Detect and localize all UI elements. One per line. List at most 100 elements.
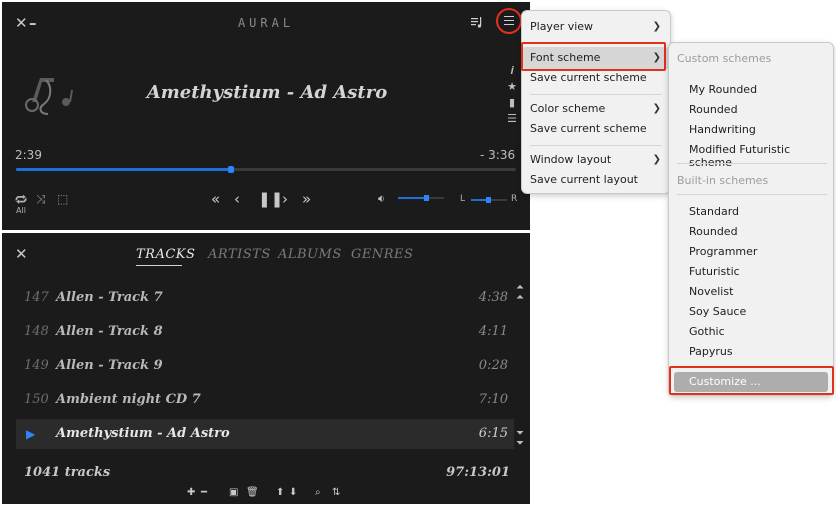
track-title: Allen - Track 7 xyxy=(56,290,163,305)
time-remaining[interactable]: - 3:36 xyxy=(480,148,515,162)
shuffle-icon[interactable]: ⤨ xyxy=(36,192,46,207)
favorite-star-icon[interactable]: ★ xyxy=(505,80,519,96)
track-row-playing[interactable]: ▶ Amethystium - Ad Astro 6:15 xyxy=(16,419,514,449)
customize-highlight-box xyxy=(669,366,834,395)
scheme-item-rounded-custom[interactable]: Rounded xyxy=(689,103,738,116)
track-row[interactable]: 149 Allen - Track 9 0:28 xyxy=(16,351,514,381)
volume-slider[interactable] xyxy=(398,195,444,201)
track-title: Amethystium - Ad Astro xyxy=(56,426,230,441)
balance-slider[interactable] xyxy=(471,197,507,203)
builtin-schemes-header: Built-in schemes xyxy=(677,174,769,187)
active-tab-underline xyxy=(136,265,182,266)
total-duration: 97:13:01 xyxy=(446,465,510,480)
track-title: Allen - Track 9 xyxy=(56,358,163,373)
track-row[interactable]: 150 Ambient night CD 7 7:10 xyxy=(16,385,514,415)
search-icon[interactable]: ⌕ xyxy=(315,487,321,498)
main-menu: Player view ❯ Font scheme ❯ Save current s… xyxy=(521,10,671,194)
menu-item-label: Save current scheme xyxy=(530,122,647,135)
time-elapsed[interactable]: 2:39 xyxy=(15,148,42,162)
previous-track-icon[interactable]: ‹ xyxy=(234,190,240,208)
chevron-right-icon: ❯ xyxy=(652,103,661,114)
scheme-item-standard[interactable]: Standard xyxy=(689,205,739,218)
sort-icon[interactable]: ⇅ xyxy=(332,487,340,498)
tab-albums[interactable]: ALBUMS xyxy=(278,247,342,262)
playlist-toggle-icon[interactable] xyxy=(470,15,484,29)
track-count: 1041 tracks xyxy=(24,465,111,480)
track-number: 148 xyxy=(24,324,49,339)
menu-separator xyxy=(530,94,662,95)
menu-item-color-scheme[interactable]: Color scheme ❯ xyxy=(523,98,669,120)
album-art-icon xyxy=(25,78,73,115)
track-duration: 6:15 xyxy=(478,426,508,441)
menu-item-player-view[interactable]: Player view ❯ xyxy=(523,16,669,38)
scroll-to-top-icon[interactable]: ⏶ ⏶ xyxy=(516,283,524,303)
custom-schemes-header: Custom schemes xyxy=(677,52,772,65)
side-icons: 𝒊 ★ ▮ ☰ xyxy=(505,64,519,128)
scheme-item-soy-sauce[interactable]: Soy Sauce xyxy=(689,305,746,318)
repeat-mode-label: All xyxy=(16,206,26,215)
scheme-item-my-rounded[interactable]: My Rounded xyxy=(689,83,757,96)
next-track-icon[interactable]: › xyxy=(282,190,288,208)
bookmark-icon[interactable]: ▮ xyxy=(505,96,519,112)
track-number: 149 xyxy=(24,358,49,373)
fast-forward-icon[interactable]: » xyxy=(302,190,311,208)
scheme-item-rounded[interactable]: Rounded xyxy=(689,225,738,238)
seek-bar-fill xyxy=(16,168,231,171)
scheme-item-gothic[interactable]: Gothic xyxy=(689,325,725,338)
playlist-window: ✕ TRACKS ARTISTS ALBUMS GENRES 147 Allen… xyxy=(2,233,530,504)
font-scheme-highlight-box xyxy=(521,42,666,71)
tab-artists[interactable]: ARTISTS xyxy=(208,247,271,262)
app-title: AURAL xyxy=(237,16,295,30)
info-icon[interactable]: 𝒊 xyxy=(505,64,519,80)
scheme-item-handwriting[interactable]: Handwriting xyxy=(689,123,756,136)
balance-slider-knob[interactable] xyxy=(486,197,491,203)
font-scheme-submenu: Custom schemes My Rounded Rounded Handwr… xyxy=(668,42,834,396)
remove-icon[interactable]: ━ xyxy=(201,487,207,498)
pause-icon[interactable]: ❚❚ xyxy=(258,190,283,208)
save-icon[interactable]: ▣ xyxy=(229,487,238,498)
add-icon[interactable]: ✚ xyxy=(187,487,195,498)
move-down-icon[interactable]: ⬇ xyxy=(289,487,297,498)
track-duration: 4:38 xyxy=(478,290,508,305)
track-row[interactable]: 147 Allen - Track 7 4:38 xyxy=(16,283,514,313)
track-duration: 7:10 xyxy=(478,392,508,407)
volume-slider-knob[interactable] xyxy=(424,195,429,201)
move-up-icon[interactable]: ⬆ xyxy=(276,487,284,498)
volume-slider-fill xyxy=(398,197,427,199)
chapters-icon[interactable]: ☰ xyxy=(505,112,519,128)
now-playing-indicator-icon: ▶ xyxy=(26,427,36,441)
menu-item-label: Player view xyxy=(530,20,594,33)
rewind-icon[interactable]: « xyxy=(211,190,220,208)
track-title: Allen - Track 8 xyxy=(56,324,163,339)
menu-item-window-layout[interactable]: Window layout ❯ xyxy=(523,149,669,171)
scheme-item-futuristic[interactable]: Futuristic xyxy=(689,265,740,278)
now-playing-title: Amethystium - Ad Astro xyxy=(146,82,388,103)
scheme-item-novelist[interactable]: Novelist xyxy=(689,285,733,298)
menu-item-save-color-scheme[interactable]: Save current scheme xyxy=(523,118,669,140)
seek-bar[interactable] xyxy=(16,166,516,173)
close-icon[interactable]: ✕ xyxy=(15,245,28,263)
menu-item-label: Save current layout xyxy=(530,173,638,186)
scheme-item-papyrus[interactable]: Papyrus xyxy=(689,345,733,358)
tab-genres[interactable]: GENRES xyxy=(351,247,413,262)
scroll-to-bottom-icon[interactable]: ⏷ ⏷ xyxy=(516,429,524,449)
track-duration: 0:28 xyxy=(478,358,508,373)
scheme-item-modified-futuristic[interactable]: Modified Futuristic scheme xyxy=(689,143,833,169)
track-row[interactable]: 148 Allen - Track 8 4:11 xyxy=(16,317,514,347)
menu-item-save-layout[interactable]: Save current layout xyxy=(523,169,669,191)
seek-bar-knob[interactable] xyxy=(228,166,234,173)
track-duration: 4:11 xyxy=(478,324,508,339)
menu-separator xyxy=(530,145,662,146)
delete-icon[interactable]: 🗑︎ xyxy=(246,487,259,498)
scheme-item-programmer[interactable]: Programmer xyxy=(689,245,757,258)
track-number: 147 xyxy=(24,290,49,305)
balance-left-label: L xyxy=(460,194,466,204)
tab-tracks[interactable]: TRACKS xyxy=(136,247,195,262)
volume-icon[interactable]: 🔉︎ xyxy=(378,192,385,206)
track-title: Ambient night CD 7 xyxy=(56,392,201,407)
menu-item-label: Window layout xyxy=(530,153,612,166)
ab-loop-icon[interactable]: ⬚ xyxy=(57,192,68,206)
menu-item-label: Save current scheme xyxy=(530,71,647,84)
hamburger-menu-icon[interactable] xyxy=(504,16,514,26)
track-number: 150 xyxy=(24,392,49,407)
